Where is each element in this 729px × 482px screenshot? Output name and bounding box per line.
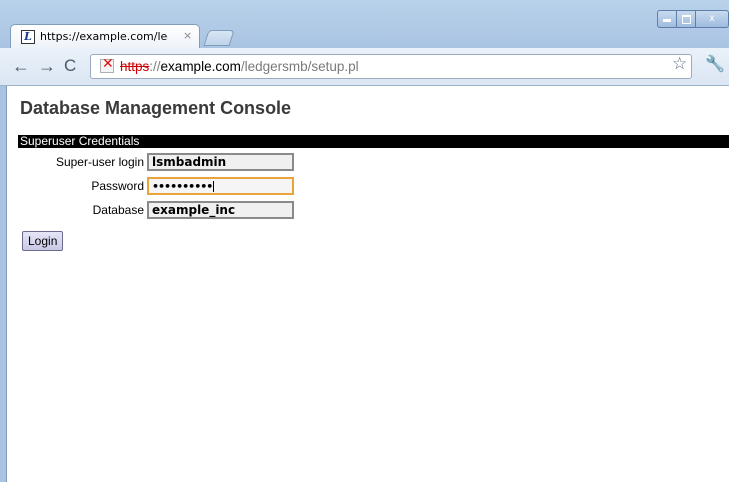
address-bar[interactable]: ✕ https://example.com/ledgersmb/setup.pl [90,54,692,79]
login-label: Super-user login [55,155,144,169]
back-arrow-icon[interactable]: ← [12,57,30,75]
form-row-login: Super-user login lsmbadmin [18,153,308,171]
close-tab-icon[interactable]: × [183,29,192,42]
url-text[interactable]: https://example.com/ledgersmb/setup.pl [120,59,359,74]
favicon-icon: L [21,30,35,44]
password-input[interactable]: •••••••••• [147,177,294,195]
wrench-icon[interactable]: 🔧 [705,54,725,74]
reload-icon[interactable]: C [64,57,76,75]
maximize-button[interactable] [676,10,696,28]
form-row-database: Database example_inc [18,201,308,219]
browser-titlebar: L https://example.com/ledgersm × x [0,0,729,48]
database-label: Database [92,203,144,217]
close-window-button[interactable]: x [695,10,729,28]
forward-arrow-icon[interactable]: → [38,57,56,75]
form-row-password: Password •••••••••• [18,177,308,195]
minimize-button[interactable] [657,10,677,28]
maximize-icon [681,15,691,24]
database-input[interactable]: example_inc [147,201,294,219]
url-scheme: https [120,59,150,74]
page-title: Database Management Console [20,98,292,118]
text-caret [213,181,215,192]
bookmark-star-icon[interactable]: ☆ [672,54,687,74]
new-tab-button[interactable] [203,30,235,46]
tab-title: https://example.com/ledgersm [40,30,168,43]
url-path: /ledgersmb/setup.pl [240,59,359,74]
url-host: example.com [160,59,241,74]
insecure-connection-icon[interactable]: ✕ [100,56,114,73]
url-separator: :// [149,59,161,74]
minimize-icon [663,19,671,22]
window-frame-edge [6,86,7,482]
login-button[interactable]: Login [22,231,64,251]
password-mask: •••••••••• [152,180,213,193]
browser-toolbar: ← → C ✕ https://example.com/ledgersmb/se… [0,48,729,86]
browser-tab[interactable]: L https://example.com/ledgersm × [10,24,200,48]
section-header: Superuser Credentials [18,135,729,148]
password-label: Password [91,179,144,193]
login-input[interactable]: lsmbadmin [147,153,294,171]
security-glyph: ✕ [102,56,114,72]
